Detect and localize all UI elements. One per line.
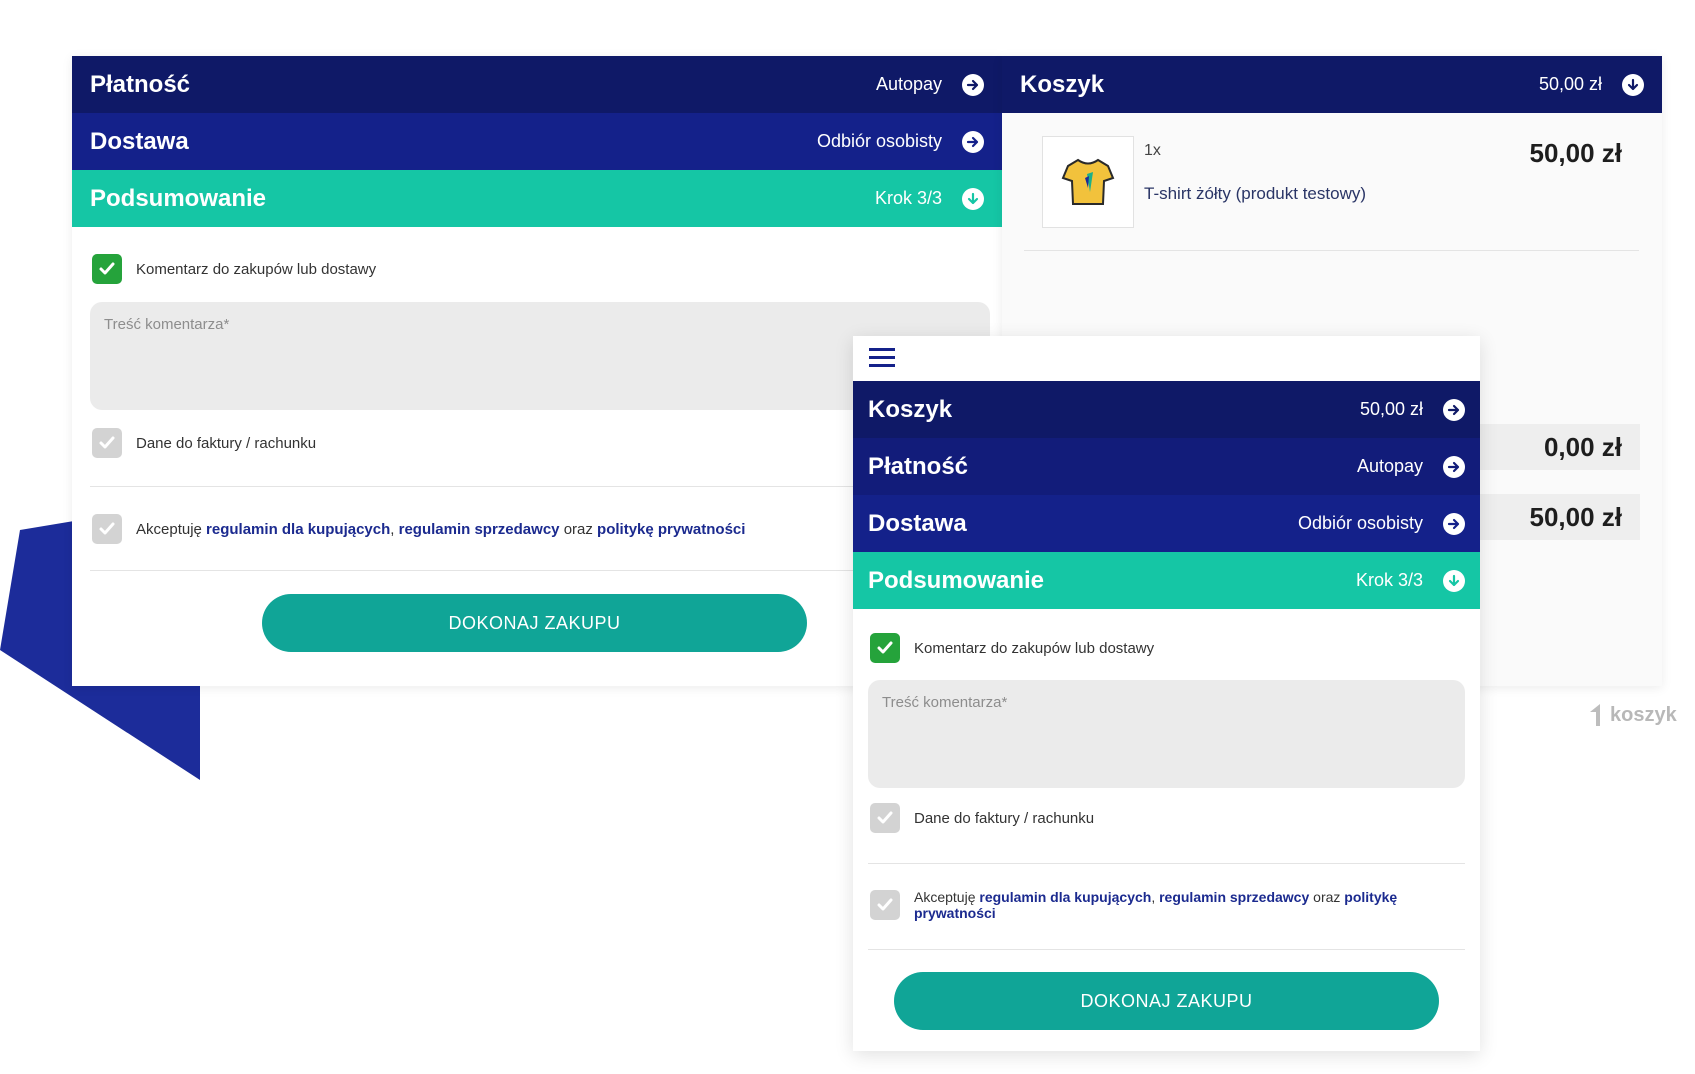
terms-sep: , — [1151, 889, 1156, 905]
comment-checkbox-row[interactable]: Komentarz do zakupów lub dostawy — [870, 633, 1154, 663]
comment-checkbox-label: Komentarz do zakupów lub dostawy — [914, 639, 1155, 657]
koszyk-logo: koszyk — [1588, 702, 1677, 728]
divider — [868, 863, 1465, 864]
arrow-right-icon[interactable] — [1443, 398, 1465, 421]
product-name[interactable]: T-shirt żółty (produkt testowy) — [1144, 184, 1366, 204]
terms-prefix: Akceptuję — [914, 889, 976, 905]
arrow-down-icon[interactable] — [962, 187, 984, 210]
comment-checkbox-row[interactable]: Komentarz do zakupów lub dostawy — [92, 254, 376, 284]
terms-sep: , — [390, 520, 395, 538]
comment-placeholder: Treść komentarza* — [882, 694, 1008, 711]
checkbox-unchecked[interactable] — [92, 514, 122, 544]
comment-checkbox-label: Komentarz do zakupów lub dostawy — [136, 260, 377, 278]
checkbox-checked[interactable] — [92, 254, 122, 284]
arrow-down-icon[interactable] — [1443, 569, 1465, 592]
terms-label: Akceptuję regulamin dla kupujących, regu… — [914, 889, 1480, 921]
terms-prefix: Akceptuję — [136, 520, 202, 538]
koszyk-logo-icon — [1590, 704, 1600, 726]
comment-textarea[interactable]: Treść komentarza* — [868, 680, 1465, 788]
terms-link-buyers[interactable]: regulamin dla kupujących — [979, 889, 1151, 905]
checkbox-checked[interactable] — [870, 633, 900, 663]
step-value: Krok 3/3 — [1355, 570, 1423, 590]
product-thumbnail[interactable] — [1042, 136, 1134, 228]
step-bar-dostawa[interactable]: Dostawa Odbiór osobisty — [853, 495, 1480, 552]
step-title: Podsumowanie — [90, 184, 267, 212]
step-value: Odbiór osobisty — [816, 131, 942, 151]
terms-middle: oraz — [1313, 889, 1341, 905]
cart-bar[interactable]: Koszyk 50,00 zł — [1002, 56, 1662, 113]
cart-total: 50,00 zł — [1538, 74, 1602, 94]
invoice-checkbox-label: Dane do faktury / rachunku — [914, 809, 1095, 827]
invoice-checkbox-row[interactable]: Dane do faktury / rachunku — [92, 428, 316, 458]
checkbox-unchecked[interactable] — [92, 428, 122, 458]
arrow-right-icon[interactable] — [1443, 512, 1465, 535]
step-title: Dostawa — [90, 127, 189, 155]
terms-link-seller[interactable]: regulamin sprzedawcy — [399, 521, 560, 538]
terms-label: Akceptuję regulamin dla kupujących, regu… — [136, 521, 745, 538]
divider — [1024, 250, 1639, 251]
step-title: Płatność — [90, 70, 191, 98]
arrow-right-icon[interactable] — [962, 130, 984, 153]
purchase-button[interactable]: DOKONAJ ZAKUPU — [262, 594, 807, 652]
step-title: Koszyk — [868, 395, 953, 423]
tshirt-icon — [1061, 158, 1115, 205]
step-title: Dostawa — [868, 509, 967, 537]
checkbox-unchecked[interactable] — [870, 890, 900, 920]
terms-link-buyers[interactable]: regulamin dla kupujących — [206, 521, 390, 538]
step-bar-platnosc[interactable]: Płatność Autopay — [853, 438, 1480, 495]
mobile-checkout-panel: Koszyk 50,00 zł Płatność Autopay Dostawa… — [853, 336, 1480, 1051]
step-value: 50,00 zł — [1359, 399, 1423, 419]
terms-middle: oraz — [563, 520, 593, 538]
invoice-checkbox-row[interactable]: Dane do faktury / rachunku — [870, 803, 1094, 833]
product-price: 50,00 zł — [1529, 138, 1622, 168]
step-value: Autopay — [1356, 456, 1423, 476]
step-value: Autopay — [875, 74, 942, 94]
product-qty: 1x — [1144, 142, 1161, 159]
koszyk-logo-text: koszyk — [1610, 703, 1677, 726]
cart-title: Koszyk — [1020, 70, 1105, 98]
terms-checkbox-row[interactable]: Akceptuję regulamin dla kupujących, regu… — [870, 889, 1480, 921]
terms-link-privacy[interactable]: politykę prywatności — [597, 521, 745, 538]
purchase-button[interactable]: DOKONAJ ZAKUPU — [894, 972, 1439, 1030]
divider — [868, 949, 1465, 950]
invoice-checkbox-label: Dane do faktury / rachunku — [136, 434, 317, 452]
step-title: Płatność — [868, 452, 969, 480]
arrow-down-icon[interactable] — [1622, 73, 1644, 96]
step-title: Podsumowanie — [868, 566, 1045, 594]
step-bar-platnosc[interactable]: Płatność Autopay — [72, 56, 1002, 113]
terms-checkbox-row[interactable]: Akceptuję regulamin dla kupujących, regu… — [92, 514, 745, 544]
arrow-right-icon[interactable] — [1443, 455, 1465, 478]
comment-placeholder: Treść komentarza* — [104, 316, 230, 333]
hamburger-menu-icon[interactable] — [869, 346, 895, 368]
step-value: Krok 3/3 — [874, 188, 942, 208]
step-value: Odbiór osobisty — [1297, 513, 1423, 533]
step-bar-koszyk[interactable]: Koszyk 50,00 zł — [853, 381, 1480, 438]
checkbox-unchecked[interactable] — [870, 803, 900, 833]
step-bar-podsumowanie[interactable]: Podsumowanie Krok 3/3 — [853, 552, 1480, 609]
terms-link-seller[interactable]: regulamin sprzedawcy — [1159, 889, 1309, 905]
step-bar-podsumowanie[interactable]: Podsumowanie Krok 3/3 — [72, 170, 1002, 227]
arrow-right-icon[interactable] — [962, 73, 984, 96]
step-bar-dostawa[interactable]: Dostawa Odbiór osobisty — [72, 113, 1002, 170]
